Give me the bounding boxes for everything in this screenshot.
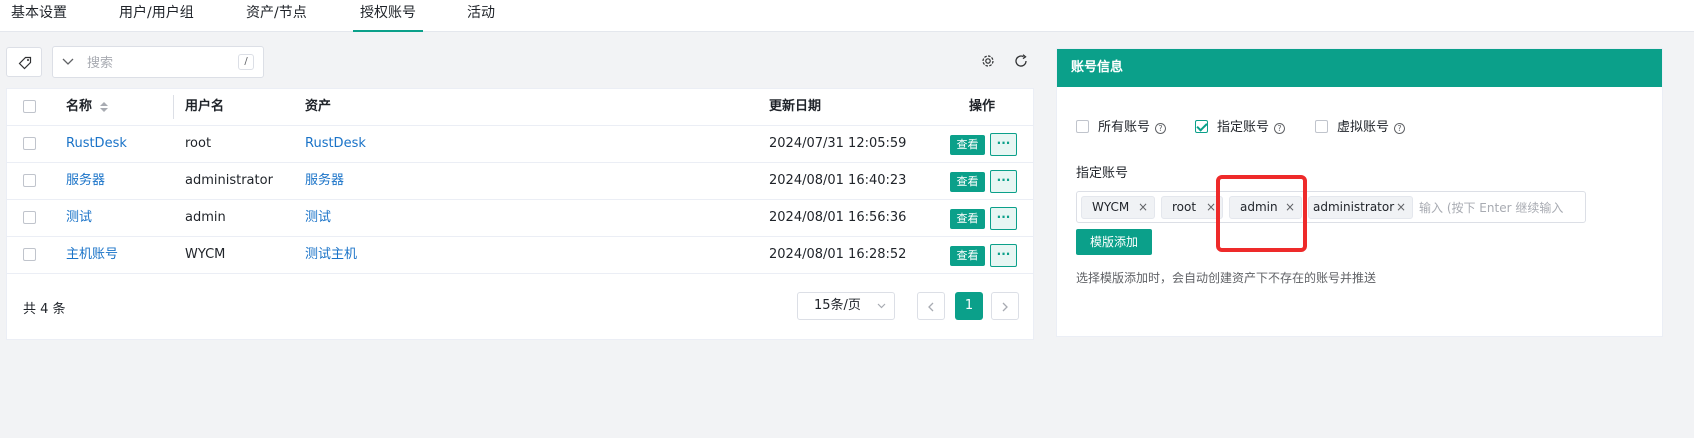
close-icon[interactable]: ×: [1396, 197, 1406, 218]
view-button[interactable]: 查看: [950, 172, 985, 192]
more-actions-button[interactable]: ···: [990, 207, 1017, 230]
select-all-checkbox[interactable]: [23, 100, 36, 113]
row-updated-date: 2024/07/31 12:05:59: [769, 136, 907, 151]
row-checkbox[interactable]: [23, 211, 36, 224]
row-name-link[interactable]: 测试: [66, 200, 92, 236]
account-info-panel: 账号信息 所有账号? 指定账号? 虚拟账号? 指定账号 WYCM × root × …: [1056, 48, 1663, 337]
total-count: 共 4 条: [23, 302, 66, 317]
gear-icon[interactable]: [981, 54, 995, 68]
row-updated-date: 2024/08/01 16:56:36: [769, 210, 907, 225]
row-username: WYCM: [185, 247, 226, 262]
table-row: RustDesk root RustDesk 2024/07/31 12:05:…: [7, 126, 1033, 163]
column-resize-handle[interactable]: [173, 95, 174, 119]
option-label: 虚拟账号: [1337, 120, 1390, 135]
tag-filter-button[interactable]: [6, 47, 42, 77]
tab-authorized-accounts[interactable]: 授权账号: [353, 0, 423, 32]
account-tag: WYCM ×: [1081, 196, 1155, 219]
row-name-link[interactable]: 服务器: [66, 163, 105, 199]
close-icon[interactable]: ×: [1285, 197, 1295, 218]
table-row: 测试 admin 测试 2024/08/01 16:56:36 查看 ···: [7, 200, 1033, 237]
account-tag: root ×: [1161, 196, 1223, 219]
tab-basic-settings[interactable]: 基本设置: [11, 0, 67, 32]
help-icon[interactable]: ?: [1274, 123, 1286, 134]
row-checkbox[interactable]: [23, 137, 36, 150]
view-button[interactable]: 查看: [950, 246, 985, 266]
column-header-actions: 操作: [969, 99, 996, 114]
specified-accounts-label: 指定账号: [1076, 166, 1129, 181]
all-accounts-checkbox[interactable]: [1076, 120, 1089, 133]
top-tab-bar: 基本设置 用户/用户组 资产/节点 授权账号 活动: [0, 0, 1694, 32]
account-tag-label: administrator: [1313, 200, 1395, 214]
more-actions-button[interactable]: ···: [990, 133, 1017, 156]
option-label: 所有账号: [1098, 120, 1151, 135]
page-size-select[interactable]: 15条/页: [797, 292, 895, 320]
column-header-username: 用户名: [185, 99, 225, 114]
refresh-icon[interactable]: [1014, 54, 1028, 68]
more-actions-button[interactable]: ···: [990, 170, 1017, 193]
page-size-value: 15条/页: [814, 298, 861, 313]
account-tag-label: root: [1172, 200, 1197, 214]
view-button[interactable]: 查看: [950, 135, 985, 155]
close-icon[interactable]: ×: [1206, 197, 1216, 218]
chevron-right-icon: [1002, 302, 1008, 312]
option-virtual-accounts[interactable]: 虚拟账号?: [1315, 120, 1406, 138]
table-row: 服务器 administrator 服务器 2024/08/01 16:40:2…: [7, 163, 1033, 200]
account-tag-text-input[interactable]: [1419, 198, 1579, 218]
option-specified-accounts[interactable]: 指定账号?: [1195, 120, 1286, 138]
account-tag: administrator ×: [1308, 196, 1413, 219]
template-add-button[interactable]: 模版添加: [1076, 229, 1152, 255]
page-number-current[interactable]: 1: [955, 292, 983, 320]
close-icon[interactable]: ×: [1138, 197, 1148, 218]
row-username: administrator: [185, 173, 273, 188]
column-header-name[interactable]: 名称: [66, 89, 92, 125]
chevron-down-icon: [877, 303, 886, 309]
tab-activity[interactable]: 活动: [467, 0, 495, 32]
row-asset-link[interactable]: 测试: [305, 200, 331, 236]
sort-icon[interactable]: [99, 101, 109, 113]
tab-users-groups[interactable]: 用户/用户组: [119, 0, 194, 32]
tag-icon: [18, 56, 32, 70]
table-row: 主机账号 WYCM 测试主机 2024/08/01 16:28:52 查看 ··…: [7, 237, 1033, 274]
account-tag-input[interactable]: WYCM × root × admin × administrator ×: [1076, 191, 1586, 223]
authorized-accounts-table: 名称 用户名 资产 更新日期 操作 RustDesk root RustDesk…: [6, 88, 1034, 340]
help-icon[interactable]: ?: [1155, 123, 1167, 134]
view-button[interactable]: 查看: [950, 209, 985, 229]
row-username: admin: [185, 210, 226, 225]
more-actions-button[interactable]: ···: [990, 244, 1017, 267]
column-header-asset: 资产: [305, 99, 332, 114]
row-updated-date: 2024/08/01 16:40:23: [769, 173, 907, 188]
search-shortcut-badge: /: [238, 54, 254, 70]
row-asset-link[interactable]: RustDesk: [305, 126, 366, 162]
row-asset-link[interactable]: 服务器: [305, 163, 344, 199]
search-box[interactable]: /: [52, 46, 264, 78]
option-label: 指定账号: [1217, 120, 1270, 135]
row-updated-date: 2024/08/01 16:28:52: [769, 247, 907, 262]
specified-accounts-checkbox[interactable]: [1195, 120, 1208, 133]
row-checkbox[interactable]: [23, 248, 36, 261]
account-tag-label: admin: [1240, 200, 1278, 214]
virtual-accounts-checkbox[interactable]: [1315, 120, 1328, 133]
account-info-title: 账号信息: [1057, 49, 1662, 87]
help-icon[interactable]: ?: [1394, 123, 1406, 134]
account-tag-label: WYCM: [1092, 200, 1130, 214]
table-header-row: 名称 用户名 资产 更新日期 操作: [7, 89, 1033, 126]
option-all-accounts[interactable]: 所有账号?: [1076, 120, 1167, 138]
template-hint: 选择模版添加时，会自动创建资产下不存在的账号并推送: [1076, 271, 1377, 285]
row-asset-link[interactable]: 测试主机: [305, 237, 357, 273]
account-tag: admin ×: [1229, 196, 1302, 219]
row-name-link[interactable]: RustDesk: [66, 126, 127, 162]
search-input[interactable]: [87, 53, 237, 73]
row-username: root: [185, 136, 212, 151]
column-header-updated: 更新日期: [769, 99, 822, 114]
chevron-down-icon[interactable]: [62, 58, 74, 66]
row-name-link[interactable]: 主机账号: [66, 237, 118, 273]
chevron-left-icon: [928, 302, 934, 312]
prev-page-button[interactable]: [917, 292, 945, 320]
next-page-button[interactable]: [991, 292, 1019, 320]
tab-assets-nodes[interactable]: 资产/节点: [246, 0, 307, 32]
row-checkbox[interactable]: [23, 174, 36, 187]
